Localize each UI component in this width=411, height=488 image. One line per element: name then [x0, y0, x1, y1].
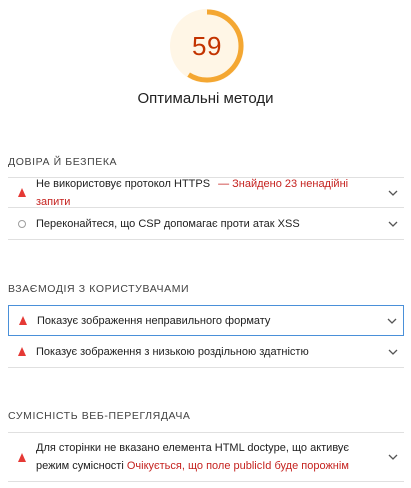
- audit-title: Для сторінки не вказано елемента HTML do…: [36, 442, 350, 472]
- triangle-warning-icon: [8, 188, 36, 197]
- score-gauge: 59: [169, 8, 245, 84]
- audit-title: Переконайтеся, що CSP допомагає проти ат…: [36, 217, 300, 230]
- audit-csp-xss[interactable]: Переконайтеся, що CSP допомагає проти ат…: [8, 208, 404, 240]
- audit-image-size-responsive[interactable]: Показує зображення з низькою роздільною …: [8, 336, 404, 368]
- triangle-warning-icon: [9, 316, 37, 325]
- circle-icon: [8, 219, 36, 228]
- audit-title: Показує зображення неправильного формату: [37, 314, 271, 327]
- chevron-down-icon[interactable]: [381, 318, 403, 324]
- audit-warning: Очікується, що поле publicId буде порожн…: [126, 460, 349, 472]
- group-heading-browser-compat: Сумісність веб-переглядача: [8, 410, 191, 422]
- audit-image-aspect-ratio[interactable]: Показує зображення неправильного формату: [8, 305, 404, 336]
- audit-title: Не використовує протокол HTTPS — Знайдено…: [36, 177, 349, 208]
- score-value: 59: [192, 30, 222, 61]
- chevron-down-icon[interactable]: [382, 190, 404, 196]
- triangle-warning-icon: [8, 347, 36, 356]
- group-heading-trust-safety: Довіра й безпека: [8, 156, 118, 168]
- group-heading-user-experience: Взаємодія з користувачами: [8, 283, 190, 295]
- chevron-down-icon[interactable]: [382, 221, 404, 227]
- audit-doctype[interactable]: Для сторінки не вказано елемента HTML do…: [8, 432, 404, 482]
- chevron-down-icon[interactable]: [382, 349, 404, 355]
- audit-is-on-https[interactable]: Не використовує протокол HTTPS — Знайдено…: [8, 177, 404, 208]
- chevron-down-icon[interactable]: [382, 454, 404, 460]
- triangle-warning-icon: [8, 452, 36, 462]
- category-title: Оптимальні методи: [137, 90, 274, 107]
- audit-title: Показує зображення з низькою роздільною …: [36, 345, 309, 358]
